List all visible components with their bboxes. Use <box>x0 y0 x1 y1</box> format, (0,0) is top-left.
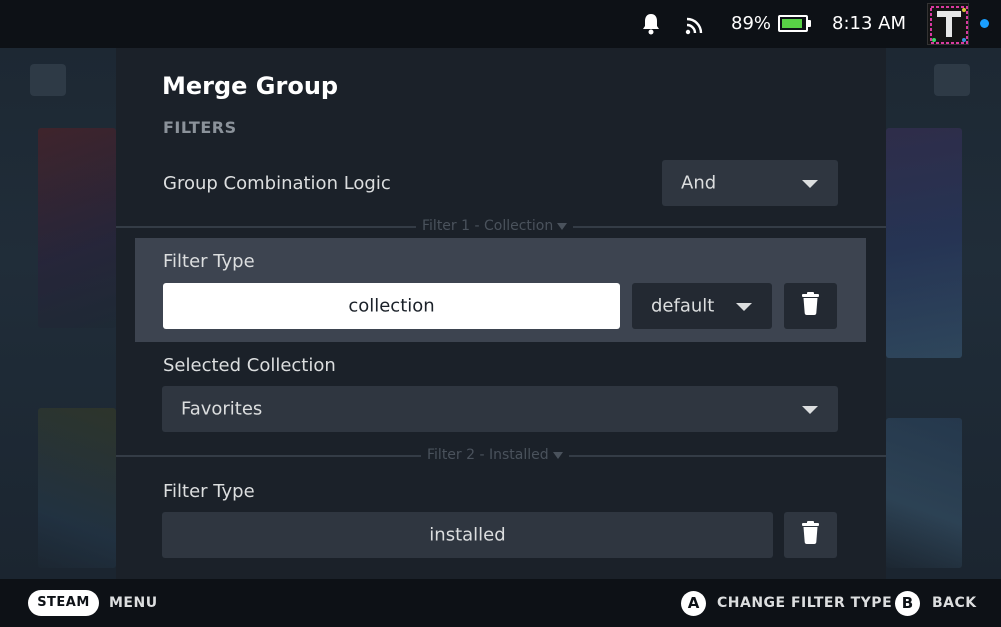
a-button-icon[interactable]: A <box>681 591 706 616</box>
avatar-image <box>928 4 968 44</box>
trash-icon <box>802 521 819 544</box>
filter-2-header[interactable]: Filter 2 - Installed <box>421 447 569 463</box>
status-bar: 89% 8:13 AM <box>0 0 1001 48</box>
merge-group-dialog: Merge Group FILTERS Group Combination Lo… <box>116 48 886 579</box>
filter-1-header[interactable]: Filter 1 - Collection <box>416 218 574 234</box>
notification-dot <box>980 19 989 28</box>
filter-1-mode-dropdown[interactable]: default <box>632 283 772 329</box>
section-header-filters: FILTERS <box>163 118 237 137</box>
filter-2-delete-button[interactable] <box>784 512 837 558</box>
steam-button[interactable]: STEAM <box>28 590 99 616</box>
triangle-down-icon <box>552 451 563 459</box>
filter-1-mode-value: default <box>651 295 715 317</box>
filter-2-type-field[interactable]: installed <box>162 512 773 558</box>
filter-2-type-value: installed <box>429 524 506 546</box>
clock: 8:13 AM <box>832 13 906 34</box>
chevron-down-icon <box>802 406 818 414</box>
trash-icon <box>802 292 819 315</box>
filter-1-delete-button[interactable] <box>784 283 837 329</box>
bottom-bar: STEAM MENU A CHANGE FILTER TYPE B BACK <box>0 579 1001 627</box>
game-tile <box>38 128 116 328</box>
back-action[interactable]: BACK <box>932 595 977 611</box>
b-button-icon[interactable]: B <box>895 591 920 616</box>
filter-1-type-label: Filter Type <box>163 251 255 272</box>
menu-label[interactable]: MENU <box>109 595 158 611</box>
change-filter-type-action[interactable]: CHANGE FILTER TYPE <box>717 595 892 611</box>
avatar[interactable] <box>927 3 969 45</box>
combination-logic-label: Group Combination Logic <box>163 173 391 194</box>
left-nav-chip <box>30 64 66 96</box>
chevron-down-icon <box>802 180 818 188</box>
game-tile <box>38 408 116 568</box>
battery-percent: 89% <box>731 13 772 34</box>
wifi-icon[interactable] <box>684 14 706 36</box>
triangle-down-icon <box>557 222 568 230</box>
library-column-right <box>886 48 1001 579</box>
selected-collection-value: Favorites <box>181 398 263 420</box>
combination-logic-dropdown[interactable]: And <box>662 160 838 206</box>
selected-collection-dropdown[interactable]: Favorites <box>162 386 838 432</box>
right-nav-chip <box>934 64 970 96</box>
dialog-title: Merge Group <box>162 72 339 100</box>
game-tile <box>886 418 962 568</box>
filter-1-type-field[interactable]: collection <box>163 283 620 329</box>
filter-1-header-label: Filter 1 - Collection <box>422 218 554 234</box>
filter-1-type-value: collection <box>348 295 435 317</box>
filter-2-type-label: Filter Type <box>163 481 255 502</box>
bell-icon[interactable] <box>641 13 661 35</box>
game-tile <box>886 128 962 358</box>
selected-collection-label: Selected Collection <box>163 355 336 376</box>
filter-1-type-row[interactable]: Filter Type collection default <box>135 238 866 342</box>
battery-icon[interactable] <box>778 15 811 32</box>
combination-logic-value: And <box>681 172 717 194</box>
library-column-left <box>0 48 116 579</box>
chevron-down-icon <box>736 303 752 311</box>
battery-fill <box>782 19 802 28</box>
filter-2-header-label: Filter 2 - Installed <box>427 447 549 463</box>
